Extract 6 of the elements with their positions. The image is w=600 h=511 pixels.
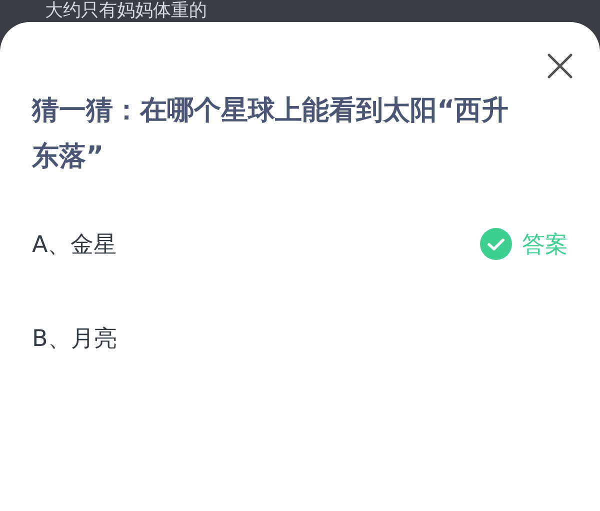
answer-label: 答案 <box>522 230 568 260</box>
option-text[interactable]: A、金星 <box>32 228 117 260</box>
option-text[interactable]: B、月亮 <box>32 322 117 354</box>
background-text: 大约只有妈妈体重的 <box>45 0 208 22</box>
close-icon[interactable] <box>546 52 574 80</box>
question-text: 猜一猜：在哪个星球上能看到太阳“西升东落” <box>32 94 510 174</box>
